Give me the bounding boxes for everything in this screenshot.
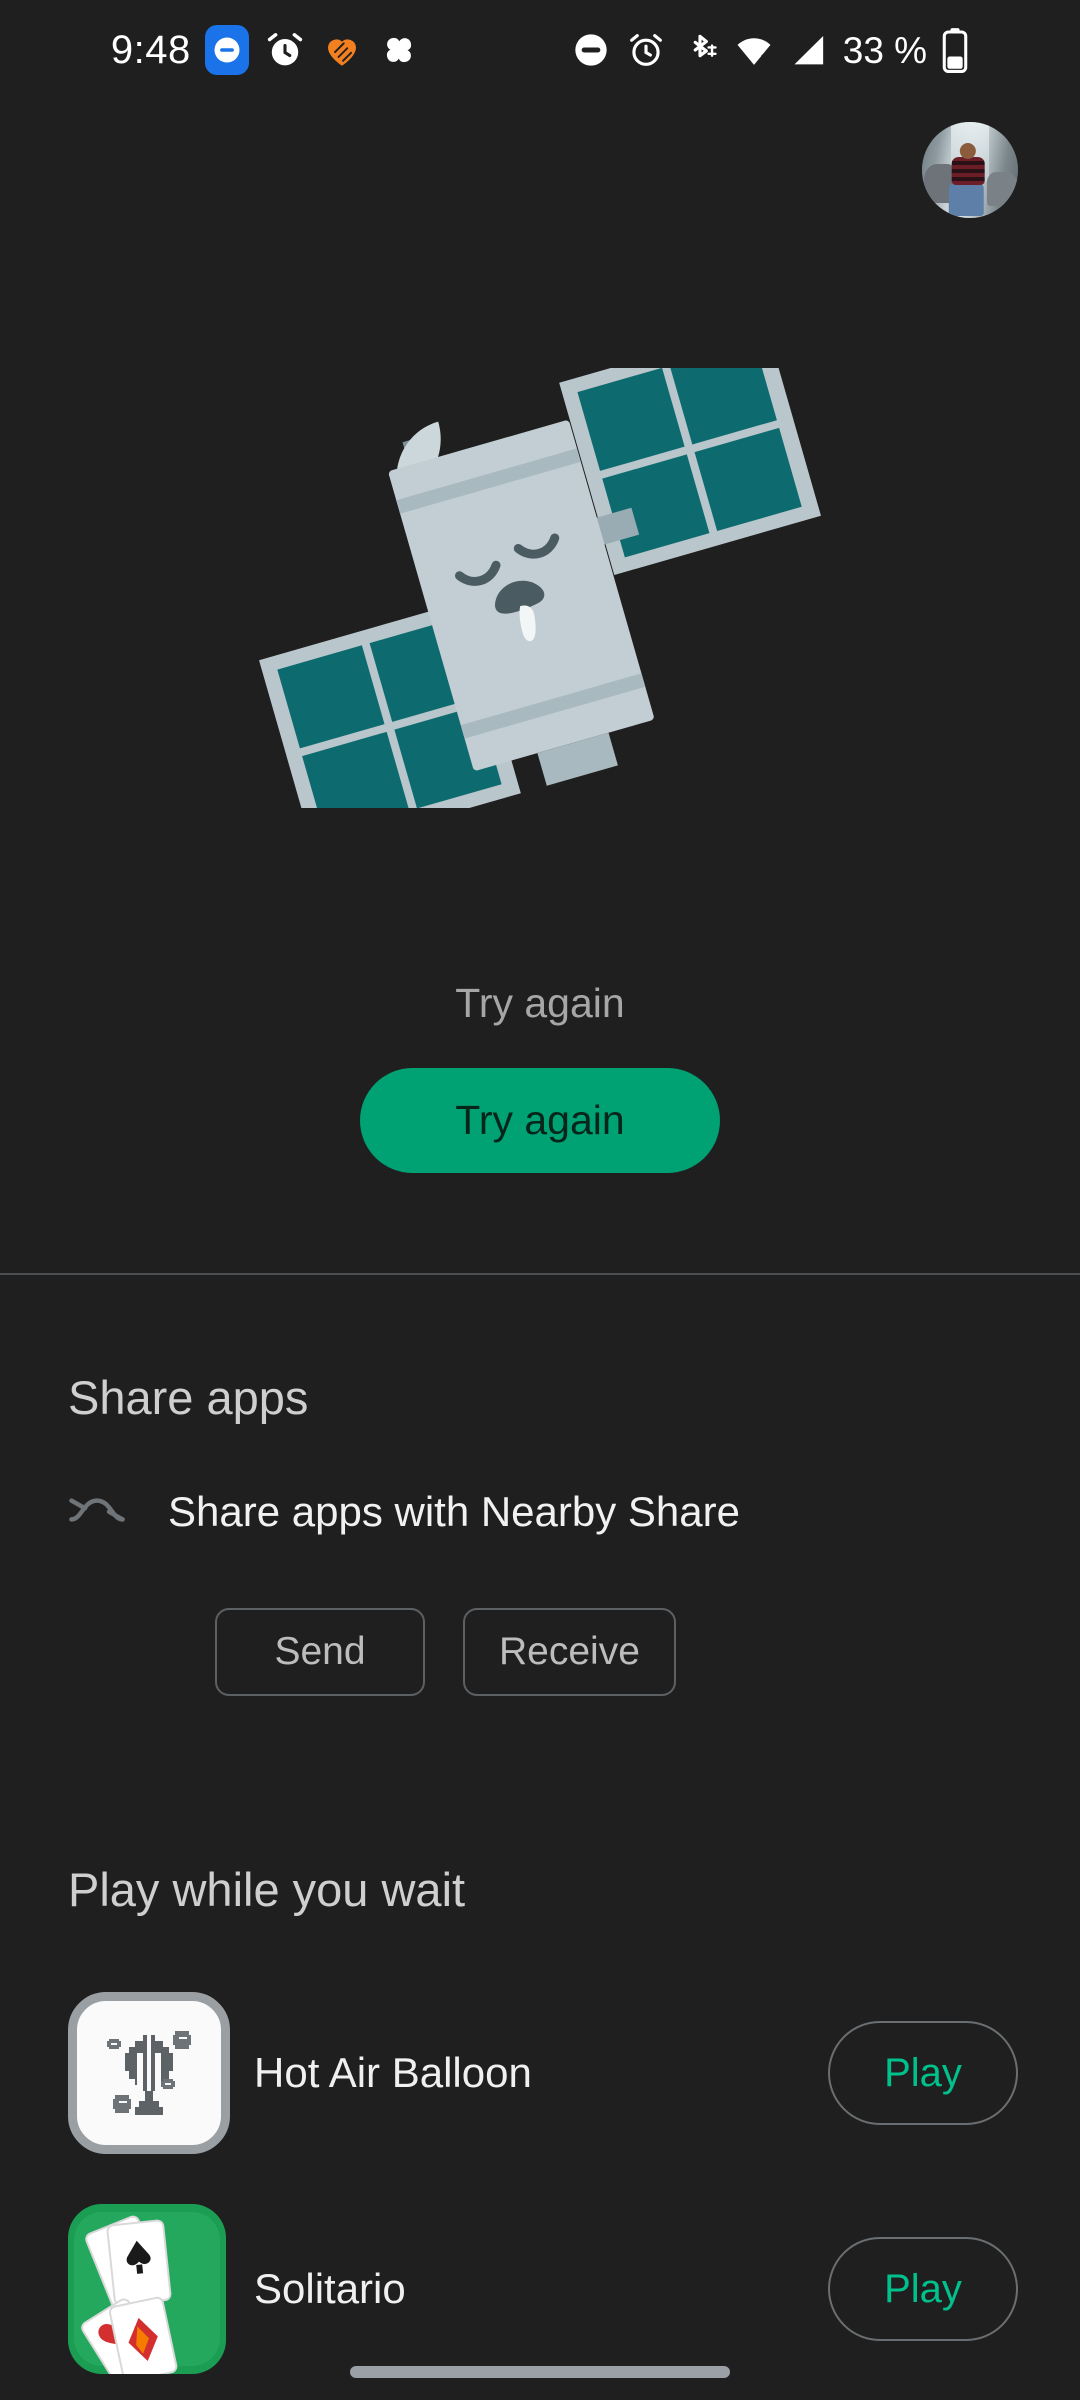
- app-screen: 9:48 33 % Try again Try again Share apps…: [0, 0, 1080, 2400]
- wifi-icon: [733, 29, 775, 71]
- fitness-heart-icon: [321, 29, 363, 71]
- share-apps-heading: Share apps: [68, 1371, 309, 1424]
- clock-label: 9:48: [110, 28, 191, 72]
- receive-button[interactable]: Receive: [463, 1608, 676, 1696]
- nearby-share-label: Share apps with Nearby Share: [168, 1488, 740, 1535]
- battery-percent-label: 33 %: [842, 29, 928, 71]
- dnd-badge-icon: [204, 25, 249, 75]
- solitaire-game-icon: [68, 2204, 232, 2374]
- signal-icon: [789, 30, 829, 70]
- bluetooth-icon: [681, 30, 719, 70]
- play-button[interactable]: Play: [828, 2237, 1018, 2341]
- try-again-button[interactable]: Try again: [360, 1068, 720, 1173]
- play-button[interactable]: Play: [828, 2021, 1018, 2125]
- play-while-you-wait-heading: Play while you wait: [68, 1863, 466, 1916]
- error-message: Try again: [455, 980, 625, 1026]
- nearby-share-row[interactable]: Share apps with Nearby Share: [68, 1488, 740, 1536]
- status-bar-right: 33 %: [571, 27, 969, 73]
- gesture-navigation-bar[interactable]: [350, 2366, 730, 2378]
- status-bar: 9:48 33 %: [0, 0, 1080, 100]
- sad-satellite-illustration: [230, 323, 850, 853]
- game-title: Solitario: [254, 2265, 406, 2312]
- dnd-icon: [571, 30, 611, 70]
- send-button[interactable]: Send: [215, 1608, 425, 1696]
- section-divider: [0, 1273, 1080, 1275]
- pinwheel-icon: [377, 28, 421, 72]
- error-state-panel: Try again Try again: [0, 100, 1080, 1273]
- alarm-icon: [625, 29, 667, 71]
- share-action-chips: Send Receive: [215, 1608, 676, 1696]
- nearby-share-icon: [68, 1490, 126, 1535]
- battery-icon: [941, 27, 969, 73]
- list-item[interactable]: Solitario Play: [0, 2204, 1080, 2374]
- alarm-icon: [263, 28, 307, 72]
- status-bar-left: 9:48: [111, 25, 421, 75]
- hot-air-balloon-game-icon: [68, 1992, 232, 2154]
- list-item[interactable]: Hot Air Balloon Play: [0, 1992, 1080, 2154]
- game-title: Hot Air Balloon: [254, 2049, 532, 2096]
